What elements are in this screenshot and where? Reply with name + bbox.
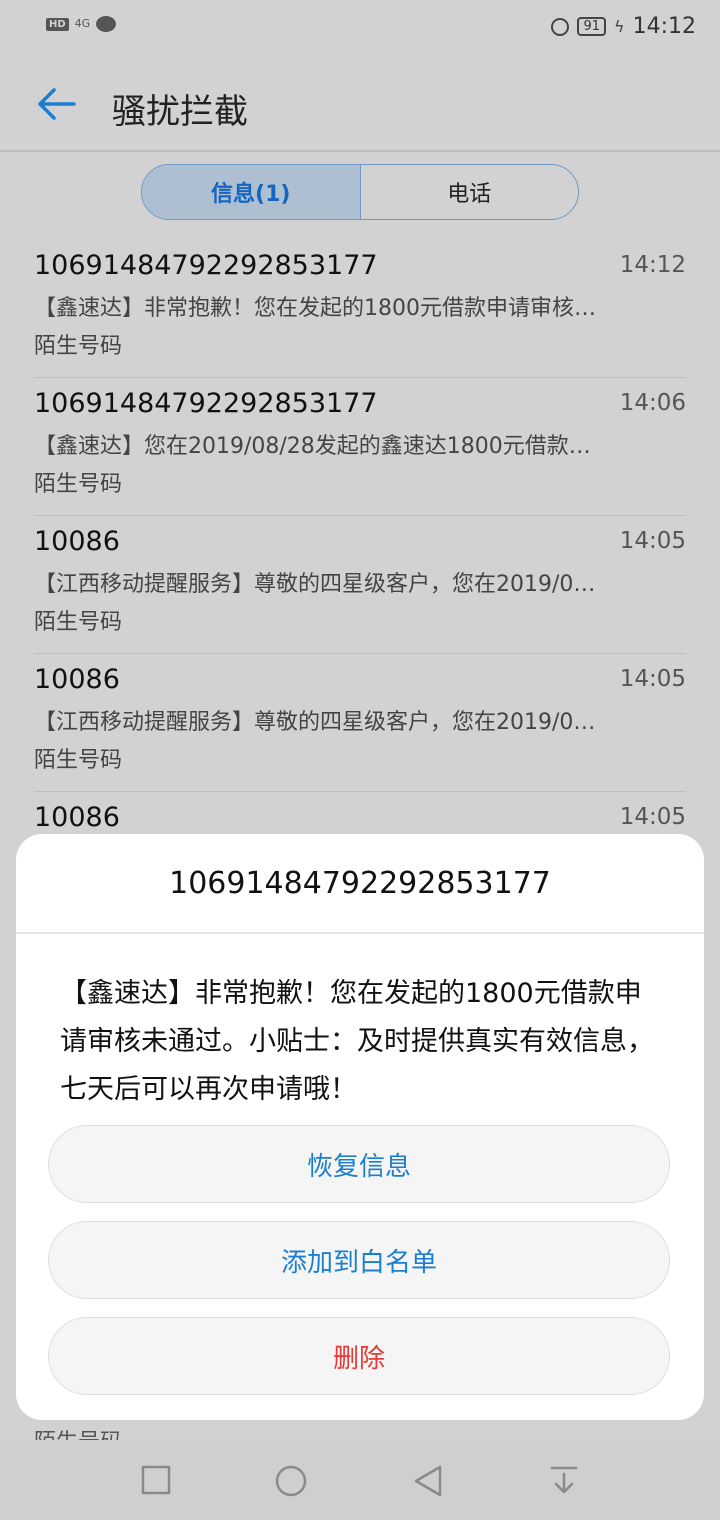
sender-number: 10691484792292853177 (34, 250, 378, 281)
sender-number: 10086 (34, 526, 120, 557)
status-right: 91 ϟ 14:12 (551, 14, 696, 39)
sender-number: 10086 (34, 664, 120, 695)
recents-square-icon[interactable] (140, 1464, 172, 1496)
alarm-icon (551, 17, 570, 36)
delete-button[interactable]: 删除 (48, 1317, 670, 1395)
obscured-sender-tag: 陌生号码 (34, 1424, 122, 1440)
message-preview: 【鑫速达】非常抱歉！您在发起的1800元借款申请审核… (34, 296, 596, 321)
sender-tag: 陌生号码 (34, 748, 123, 773)
back-triangle-icon[interactable] (412, 1464, 444, 1498)
app-header: 骚扰拦截 (0, 58, 720, 152)
tab-calls[interactable]: 电话 (361, 165, 579, 219)
sender-tag: 陌生号码 (34, 472, 123, 497)
battery-icon: 91 (577, 17, 607, 36)
message-time: 14:12 (619, 252, 686, 278)
segmented-tabs: 信息(1) 电话 (141, 164, 579, 220)
back-arrow-icon[interactable] (34, 86, 78, 122)
message-time: 14:05 (619, 528, 686, 554)
message-preview: 【江西移动提醒服务】尊敬的四星级客户，您在2019/0… (34, 710, 596, 735)
sender-tag: 陌生号码 (34, 334, 123, 359)
list-item[interactable]: 10691484792292853177 14:12 【鑫速达】非常抱歉！您在发… (34, 240, 686, 378)
sender-number: 10086 (34, 802, 120, 833)
signal-icon: 4G (74, 17, 91, 30)
message-preview: 【鑫速达】您在2019/08/28发起的鑫速达1800元借款… (34, 434, 591, 459)
sheet-message: 【鑫速达】非常抱歉！您在发起的1800元借款申请审核未通过。小贴士：及时提供真实… (60, 978, 654, 1105)
sender-tag: 陌生号码 (34, 610, 123, 635)
message-time: 14:05 (619, 804, 686, 830)
chat-bubble-icon (96, 16, 117, 32)
hd-icon: HD (46, 17, 69, 31)
message-time: 14:05 (619, 666, 686, 692)
charging-icon: ϟ (614, 17, 625, 36)
status-time: 14:12 (632, 14, 696, 39)
home-circle-icon[interactable] (274, 1464, 308, 1498)
status-bar: HD 4G 91 ϟ 14:12 (0, 0, 720, 58)
notification-pull-down-icon[interactable] (548, 1464, 580, 1498)
list-item[interactable]: 10086 14:05 【江西移动提醒服务】尊敬的四星级客户，您在2019/0…… (34, 516, 686, 654)
add-to-whitelist-button[interactable]: 添加到白名单 (48, 1221, 670, 1299)
list-item[interactable]: 10691484792292853177 14:06 【鑫速达】您在2019/0… (34, 378, 686, 516)
sheet-title: 10691484792292853177 (16, 834, 704, 934)
message-preview: 【江西移动提醒服务】尊敬的四星级客户，您在2019/0… (34, 572, 596, 597)
list-item[interactable]: 10086 14:05 【江西移动提醒服务】尊敬的四星级客户，您在2019/0…… (34, 654, 686, 792)
system-nav-bar (0, 1440, 720, 1520)
message-action-sheet: 10691484792292853177 【鑫速达】非常抱歉！您在发起的1800… (16, 834, 704, 1420)
sender-number: 10691484792292853177 (34, 388, 378, 419)
message-time: 14:06 (619, 390, 686, 416)
restore-message-button[interactable]: 恢复信息 (48, 1125, 670, 1203)
tab-messages[interactable]: 信息(1) (142, 165, 361, 219)
status-left: HD 4G (46, 16, 117, 32)
page-title: 骚扰拦截 (112, 92, 248, 132)
blocked-message-list: 10691484792292853177 14:12 【鑫速达】非常抱歉！您在发… (0, 240, 720, 930)
